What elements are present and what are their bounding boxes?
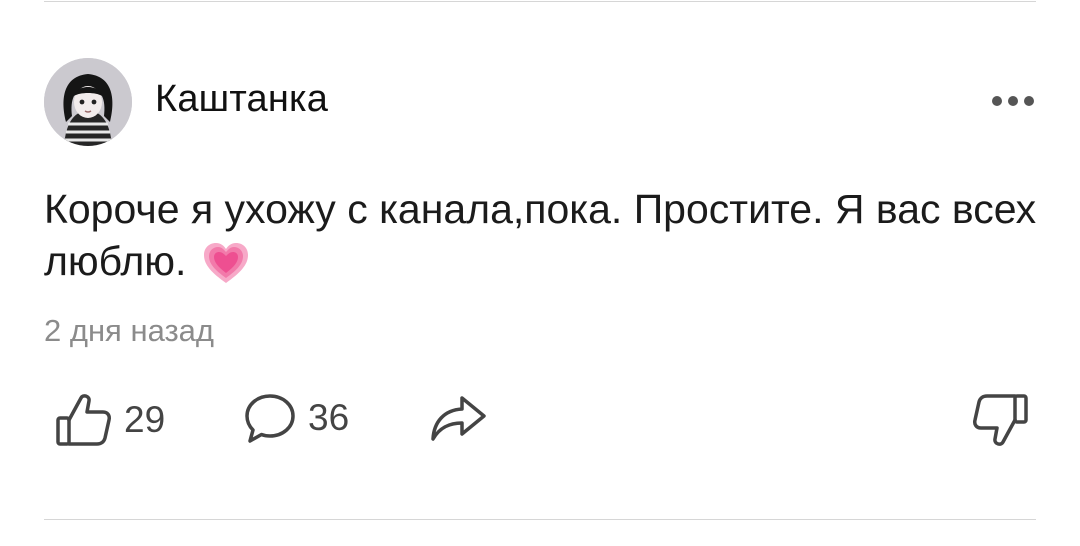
post-timestamp: 2 дня назад	[44, 313, 215, 348]
comment-bubble-icon	[245, 394, 295, 443]
bottom-divider	[44, 519, 1036, 520]
more-options-button[interactable]	[984, 88, 1042, 114]
dislike-button[interactable]	[970, 390, 1030, 450]
pink-heart-icon	[203, 243, 248, 283]
author-name[interactable]: Каштанка	[155, 78, 328, 121]
post-body: Короче я ухожу с канала,пока. Простите. …	[44, 186, 1037, 284]
comment-button[interactable]: 36	[242, 390, 349, 446]
share-button[interactable]	[428, 392, 488, 446]
comment-count: 36	[308, 397, 350, 438]
avatar[interactable]	[44, 58, 132, 146]
post-text: Короче я ухожу с канала,пока. Простите. …	[44, 183, 1044, 287]
thumbs-down-icon	[973, 394, 1028, 446]
avatar-image	[44, 58, 132, 146]
more-dots-icon	[1008, 96, 1018, 106]
thumbs-up-icon	[56, 394, 111, 446]
more-dots-icon	[1024, 96, 1034, 106]
more-dots-icon	[992, 96, 1002, 106]
top-divider	[44, 1, 1036, 2]
like-count: 29	[124, 399, 166, 440]
share-arrow-icon	[431, 396, 486, 441]
like-button[interactable]: 29	[54, 390, 165, 450]
